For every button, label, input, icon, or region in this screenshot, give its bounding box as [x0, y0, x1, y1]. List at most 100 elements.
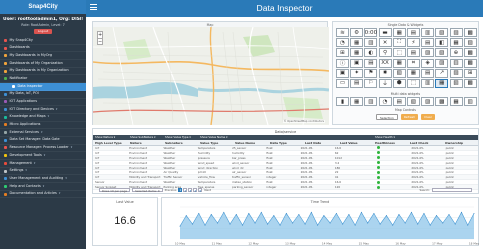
map-panel[interactable]: Map + − © OpenStreetMap contributors	[92, 21, 329, 125]
widget-type-icon[interactable]: ⊕	[449, 48, 463, 58]
widget-type-icon[interactable]: ⌗	[406, 58, 420, 68]
widget-type-icon[interactable]: ◔	[378, 97, 392, 106]
widget-type-icon[interactable]: ⚙	[350, 28, 364, 37]
widget-type-icon[interactable]: 0:00	[364, 28, 378, 37]
search-input[interactable]	[432, 187, 472, 192]
column-header[interactable]: Healthiness	[373, 140, 408, 145]
widget-type-icon[interactable]: ▨	[421, 48, 435, 58]
sidebar-item[interactable]: Settings ▾	[0, 168, 86, 176]
sidebar-item[interactable]: My Snap4City	[0, 37, 86, 45]
widget-type-icon[interactable]: ▦	[350, 38, 364, 48]
widget-type-icon[interactable]: ▤	[392, 97, 406, 106]
sidebar-item[interactable]: Help and Contacts ▾	[0, 183, 86, 191]
widget-type-icon[interactable]: ⛶	[392, 38, 406, 48]
column-header[interactable]: Value Name	[233, 140, 268, 145]
widget-type-icon[interactable]: ▩	[463, 78, 477, 88]
widget-type-icon[interactable]: ▨	[449, 68, 463, 78]
column-header[interactable]: Value Type	[198, 140, 233, 145]
sidebar-item[interactable]: My Dashboards in MyOrg	[0, 52, 86, 61]
sidebar-item[interactable]: Knowledge and Maps ▾	[0, 114, 86, 122]
widget-type-icon[interactable]: ▦	[449, 38, 463, 48]
widget-type-icon[interactable]: ▦	[435, 78, 449, 88]
clear-button[interactable]: Clear	[421, 114, 436, 120]
widget-type-icon[interactable]: ▥	[449, 58, 463, 68]
widget-type-icon[interactable]: ⬚	[392, 48, 406, 58]
column-header[interactable]: Last Value	[338, 140, 373, 145]
widget-type-icon[interactable]: ▩	[463, 58, 477, 68]
widget-type-icon[interactable]: ▥	[364, 38, 378, 48]
page-number[interactable]: 5	[198, 187, 203, 193]
widget-type-icon[interactable]: ↗	[435, 68, 449, 78]
widget-type-icon[interactable]: ▨	[463, 38, 477, 48]
previous-page-link[interactable]: Previous	[165, 188, 177, 192]
widget-type-icon[interactable]: ▤	[350, 78, 364, 88]
widget-type-icon[interactable]: ✦	[350, 68, 364, 78]
widget-type-icon[interactable]: ▤	[421, 68, 435, 78]
page-number[interactable]: 4	[193, 187, 198, 193]
sidebar-item[interactable]: IOT Directory and Devices ▾	[0, 106, 86, 114]
widget-type-icon[interactable]: ⓘ	[336, 58, 349, 68]
column-header[interactable]: Last Date	[303, 140, 338, 145]
widget-type-icon[interactable]: XX	[378, 58, 392, 68]
sidebar-item[interactable]: User Management and Auditing ▾	[0, 175, 86, 184]
brand-logo[interactable]: Snap4City	[0, 0, 86, 14]
column-header[interactable]: Last Check	[408, 140, 443, 145]
widget-type-icon[interactable]: ▦	[449, 97, 463, 106]
widget-type-icon[interactable]: ▦	[350, 48, 364, 58]
sidebar-item[interactable]: Resource Manager: Process Loader ▾	[0, 145, 86, 153]
rows-per-page-select[interactable]: Rows 10 per page	[99, 187, 131, 193]
sidebar-item[interactable]: Dashboards	[0, 45, 86, 53]
widget-type-icon[interactable]: ⊞	[336, 48, 349, 58]
widget-type-icon[interactable]: ◐	[364, 48, 378, 58]
column-header[interactable]: Data Type	[268, 140, 303, 145]
widget-type-icon[interactable]: ⚡	[406, 38, 420, 48]
widget-type-icon[interactable]: ▧	[435, 28, 449, 37]
sidebar-item[interactable]: My Data, IoT, POI	[0, 91, 86, 99]
column-header[interactable]: High Level Type	[93, 140, 128, 145]
widget-type-icon[interactable]: ⊞	[463, 68, 477, 78]
widget-type-icon[interactable]: ▮	[336, 97, 349, 106]
widget-type-icon[interactable]: ⬚	[406, 78, 420, 88]
widget-type-icon[interactable]: ⚐	[364, 78, 378, 88]
widget-type-icon[interactable]: ▤	[406, 48, 420, 58]
page-number[interactable]: 2	[183, 187, 188, 193]
map-canvas[interactable]	[93, 27, 329, 125]
sidebar-item[interactable]: Management ▾	[0, 160, 86, 168]
widget-type-icon[interactable]: ▨	[435, 58, 449, 68]
widget-type-icon[interactable]: ✸	[378, 68, 392, 78]
widget-type-icon[interactable]: ✕	[378, 38, 392, 48]
sidebar-item[interactable]: External Services ▾	[0, 129, 86, 137]
refresh-button[interactable]: Refresh	[400, 114, 419, 120]
column-header[interactable]: Nature	[128, 140, 163, 145]
widget-type-icon[interactable]: ▥	[364, 97, 378, 106]
widget-type-icon[interactable]: ≋	[336, 28, 349, 37]
widget-type-icon[interactable]: ▩	[463, 48, 477, 58]
widget-type-icon[interactable]: ▥	[421, 78, 435, 88]
logout-button[interactable]: Logout	[34, 29, 52, 34]
widget-type-icon[interactable]: ▥	[421, 28, 435, 37]
widget-type-icon[interactable]: ▬	[378, 28, 392, 37]
widget-type-icon[interactable]: ▤	[406, 28, 420, 37]
next-page-link[interactable]: Next	[204, 188, 211, 192]
widget-type-icon[interactable]: ▥	[463, 97, 477, 106]
widget-type-icon[interactable]: ▨	[421, 97, 435, 106]
widget-type-icon[interactable]: ⬢	[392, 78, 406, 88]
page-number[interactable]: 3	[188, 187, 193, 193]
widget-type-icon[interactable]: ▧	[435, 48, 449, 58]
page-number[interactable]: 1	[178, 187, 183, 192]
widget-type-icon[interactable]: ▩	[435, 97, 449, 106]
widget-type-icon[interactable]: ◈	[421, 58, 435, 68]
widget-type-icon[interactable]: ⚑	[364, 68, 378, 78]
widget-type-icon[interactable]: ▤	[421, 38, 435, 48]
zoom-in-button[interactable]: +	[98, 32, 102, 38]
sidebar-item[interactable]: Documentation and Articles ▾	[0, 191, 86, 199]
column-header[interactable]: Ownership	[443, 140, 478, 145]
sidebar-item[interactable]: My Dashboards in My Organization	[0, 68, 86, 76]
sidebar-item[interactable]: Data Set Manager: Data Gate	[0, 137, 86, 145]
widget-type-icon[interactable]: ▧	[392, 68, 406, 78]
sidebar-item[interactable]: Development Tools ▾	[0, 152, 86, 160]
widget-type-icon[interactable]: ▦	[406, 68, 420, 78]
widget-type-icon[interactable]: ▣	[336, 68, 349, 78]
widget-type-icon[interactable]: ▦	[392, 58, 406, 68]
widget-type-icon[interactable]: ▤	[364, 58, 378, 68]
